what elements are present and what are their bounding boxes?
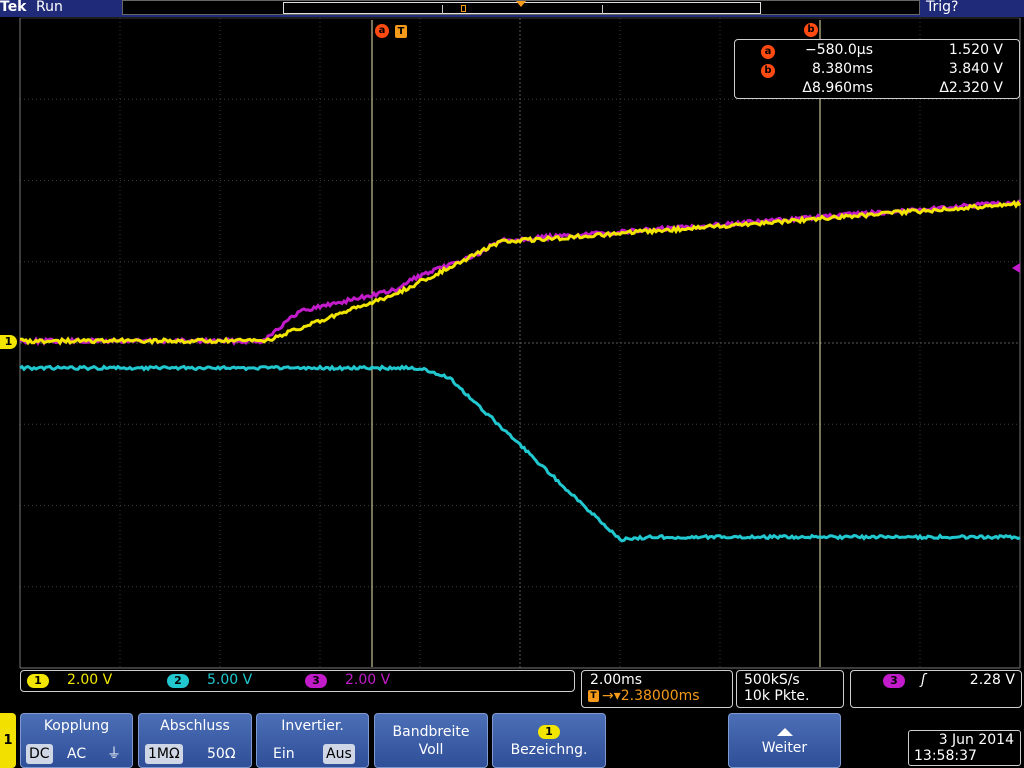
cursor-b-marker[interactable]: b xyxy=(804,23,818,37)
trigger-status: Trig? xyxy=(926,0,959,15)
kopplung-ac-option[interactable]: AC xyxy=(67,744,86,764)
kopplung-button[interactable]: Kopplung DC AC ⏚ xyxy=(20,713,133,768)
ground-icon[interactable]: ⏚ xyxy=(107,744,121,764)
sample-rate: 500kS/s xyxy=(744,672,800,688)
ch3-level-marker xyxy=(1012,263,1020,273)
trigger-level: 2.28 V xyxy=(969,672,1015,688)
trigger-source-badge: 3 xyxy=(883,674,905,688)
cursor-delta-row: Δ8.960ms Δ2.320 V xyxy=(735,80,1019,100)
record-length: 10k Pkte. xyxy=(744,688,810,704)
bandbreite-value: Voll xyxy=(418,742,444,758)
ch3-scale[interactable]: 2.00 V xyxy=(345,672,390,688)
rising-edge-icon: ʃ xyxy=(921,672,926,688)
cursor-readout: a −580.0µs 1.520 V b 8.380ms 3.840 V Δ8.… xyxy=(734,39,1020,99)
ch3-badge[interactable]: 3 xyxy=(305,674,327,688)
invertier-ein-option[interactable]: Ein xyxy=(273,744,295,764)
trigger-marker[interactable]: T xyxy=(395,25,407,38)
trigger-box[interactable]: 3 ʃ 2.28 V xyxy=(850,670,1022,708)
center-triangle-icon xyxy=(516,1,526,7)
menu-channel-indicator: 1 xyxy=(0,713,16,768)
cursor-a-value: 1.520 V xyxy=(948,42,1003,58)
abschluss-1mohm-option[interactable]: 1MΩ xyxy=(145,744,183,764)
up-arrow-icon xyxy=(777,728,793,736)
record-tick xyxy=(442,5,443,14)
acquisition-box[interactable]: 500kS/s 10k Pkte. xyxy=(736,670,844,708)
graticule xyxy=(19,17,1021,669)
date: 3 Jun 2014 xyxy=(938,732,1014,748)
cursor-a-time: −580.0µs xyxy=(804,42,873,58)
weiter-label: Weiter xyxy=(761,740,808,756)
cursor-b-row: b 8.380ms 3.840 V xyxy=(735,61,1019,81)
cursor-b-time: 8.380ms xyxy=(811,61,873,77)
cursor-b-badge: b xyxy=(761,64,775,78)
timebase-box[interactable]: 2.00ms T →▾2.38000ms xyxy=(581,670,733,708)
abschluss-50ohm-option[interactable]: 50Ω xyxy=(207,744,236,764)
timebase-position: →▾2.38000ms xyxy=(602,688,700,704)
ch2-badge[interactable]: 2 xyxy=(167,674,189,688)
kopplung-dc-option[interactable]: DC xyxy=(26,744,53,764)
bezeichnung-label: Bezeichng. xyxy=(510,742,588,758)
weiter-button[interactable]: Weiter xyxy=(728,713,841,768)
ch1-ground-marker[interactable]: 1 xyxy=(0,335,17,349)
top-status-bar: Tek Run Trig? xyxy=(0,0,1024,17)
invertier-label: Invertier. xyxy=(281,718,344,734)
invertier-aus-option[interactable]: Aus xyxy=(323,744,355,764)
bandbreite-label: Bandbreite xyxy=(392,724,470,740)
record-view-bar[interactable] xyxy=(122,0,920,15)
bandbreite-button[interactable]: Bandbreite Voll xyxy=(374,713,488,768)
run-status: Run xyxy=(36,0,63,15)
brand-logo: Tek xyxy=(0,0,27,15)
bezeichnung-button[interactable]: 1 Bezeichng. xyxy=(492,713,606,768)
bezeichnung-channel-badge: 1 xyxy=(538,725,560,739)
trigger-position-icon: T xyxy=(588,690,599,702)
kopplung-label: Kopplung xyxy=(43,718,110,734)
trigger-position-marker xyxy=(461,5,466,12)
cursor-a-marker[interactable]: a xyxy=(375,24,389,38)
cursor-b-value: 3.840 V xyxy=(948,61,1003,77)
time: 13:58:37 xyxy=(914,748,977,764)
abschluss-button[interactable]: Abschluss 1MΩ 50Ω xyxy=(138,713,252,768)
cursor-a-badge: a xyxy=(761,45,775,59)
ch1-scale[interactable]: 2.00 V xyxy=(67,672,112,688)
date-time-box: 3 Jun 2014 13:58:37 xyxy=(908,730,1021,766)
cursor-delta-value: Δ2.320 V xyxy=(939,80,1003,96)
waveform-display xyxy=(19,17,1022,669)
record-tick xyxy=(602,5,603,14)
cursor-a-row: a −580.0µs 1.520 V xyxy=(735,42,1019,62)
timebase-scale: 2.00ms xyxy=(590,672,643,688)
channel-scale-bar: 1 2.00 V 2 5.00 V 3 2.00 V xyxy=(20,670,575,692)
ch2-scale[interactable]: 5.00 V xyxy=(207,672,252,688)
cursor-delta-time: Δ8.960ms xyxy=(802,80,873,96)
abschluss-label: Abschluss xyxy=(160,718,230,734)
invertier-button[interactable]: Invertier. Ein Aus xyxy=(256,713,369,768)
ch1-badge[interactable]: 1 xyxy=(27,674,49,688)
